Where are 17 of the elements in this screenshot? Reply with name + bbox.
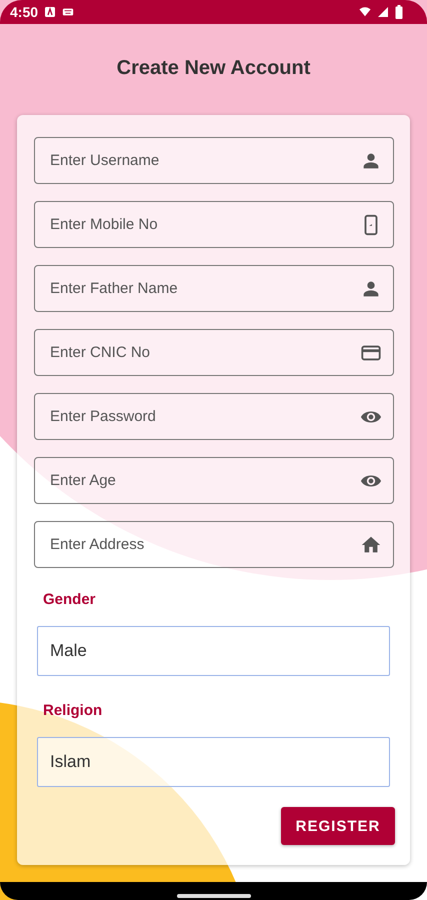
battery-icon	[395, 5, 403, 19]
input-field[interactable]: Enter Father Name	[34, 265, 394, 312]
input-field[interactable]: Islam	[37, 737, 390, 787]
input-field[interactable]: Enter Username	[34, 137, 394, 184]
home-handle[interactable]	[176, 894, 250, 898]
field-label: Gender	[43, 591, 96, 608]
status-time: 4:50	[10, 4, 38, 20]
input-field[interactable]: Enter Mobile No	[34, 201, 394, 248]
signal-icon	[377, 6, 389, 18]
input-field[interactable]: Male	[37, 626, 390, 676]
page-title: Create New Account	[116, 57, 312, 81]
field-label: Religion	[43, 702, 102, 719]
keyboard-icon	[62, 6, 74, 18]
notification-icon	[44, 6, 56, 18]
input-field[interactable]: Enter CNIC No	[34, 329, 394, 376]
wifi-icon	[359, 6, 371, 18]
register-button[interactable]: REGISTER	[281, 807, 395, 845]
